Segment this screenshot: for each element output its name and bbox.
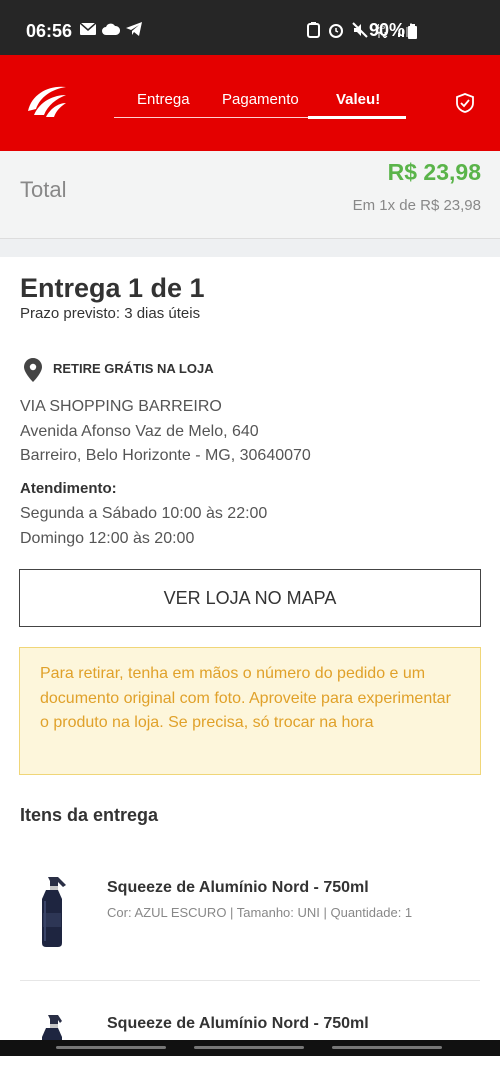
pickup-notice: Para retirar, tenha em mãos o número do … <box>19 647 481 775</box>
data-saver-icon <box>307 22 320 38</box>
store-address: VIA SHOPPING BARREIRO Avenida Afonso Vaz… <box>20 395 311 469</box>
battery-percent: 90% <box>368 20 405 40</box>
store-hours: Segunda a Sábado 10:00 às 22:00 Domingo … <box>20 502 267 551</box>
product-name: Squeeze de Alumínio Nord - 750ml <box>107 1015 369 1032</box>
view-store-map-button[interactable]: VER LOJA NO MAPA <box>19 569 481 627</box>
status-time: 06:56 <box>26 21 73 41</box>
order-total-bar: Total R$ 23,98 Em 1x de R$ 23,98 <box>0 151 500 239</box>
total-price: R$ 23,98 <box>387 159 481 185</box>
checkout-steps: Entrega Pagamento Valeu! <box>114 91 406 121</box>
product-details: Cor: AZUL ESCURO | Tamanho: UNI | Quanti… <box>107 905 413 920</box>
list-item[interactable]: Squeeze de Alumínio Nord - 750ml <box>20 1005 480 1065</box>
nav-handle-right[interactable] <box>332 1046 442 1049</box>
mute-icon <box>352 22 368 38</box>
steps-active-indicator <box>308 116 406 119</box>
product-name: Squeeze de Alumínio Nord - 750ml <box>107 879 369 896</box>
battery-icon <box>408 24 417 39</box>
hours-weekdays: Segunda a Sábado 10:00 às 22:00 <box>20 505 268 522</box>
step-entrega[interactable]: Entrega <box>137 91 190 108</box>
total-label: Total <box>20 177 67 202</box>
nav-handle-center[interactable] <box>194 1046 304 1049</box>
list-item[interactable]: Squeeze de Alumínio Nord - 750ml Cor: AZ… <box>20 869 480 981</box>
status-bar: 06:56 4G 90% <box>0 0 500 55</box>
hours-label: Atendimento: <box>20 480 117 497</box>
step-valeu[interactable]: Valeu! <box>336 91 380 108</box>
delivery-title: Entrega 1 de 1 <box>20 273 205 303</box>
delivery-details: Entrega 1 de 1 Prazo previsto: 3 dias út… <box>0 257 500 1056</box>
address-line-1: Avenida Afonso Vaz de Melo, 640 <box>20 422 259 440</box>
nav-handle-left[interactable] <box>56 1046 166 1049</box>
system-nav-bar <box>0 1040 500 1056</box>
shield-check-icon <box>456 93 474 113</box>
notification-icons <box>80 22 142 36</box>
hours-sunday: Domingo 12:00 às 20:00 <box>20 529 195 547</box>
pickup-label: RETIRE GRÁTIS NA LOJA <box>53 361 214 376</box>
step-pagamento[interactable]: Pagamento <box>222 91 299 108</box>
alarm-icon <box>329 24 343 38</box>
section-divider <box>0 239 500 257</box>
delivery-estimate: Prazo previsto: 3 dias úteis <box>20 305 201 322</box>
cloud-icon <box>102 23 120 35</box>
installments-text: Em 1x de R$ 23,98 <box>352 197 481 214</box>
product-thumbnail <box>42 1015 62 1043</box>
address-line-2: Barreiro, Belo Horizonte - MG, 30640070 <box>20 447 311 464</box>
store-name: VIA SHOPPING BARREIRO <box>20 398 222 415</box>
product-thumbnail <box>42 877 66 947</box>
location-pin-icon <box>24 358 42 382</box>
telegram-icon <box>126 22 142 36</box>
items-section-title: Itens da entrega <box>20 805 159 825</box>
app-header: Entrega Pagamento Valeu! <box>0 55 500 151</box>
mail-icon <box>80 23 96 35</box>
brand-logo-icon[interactable] <box>26 83 68 119</box>
